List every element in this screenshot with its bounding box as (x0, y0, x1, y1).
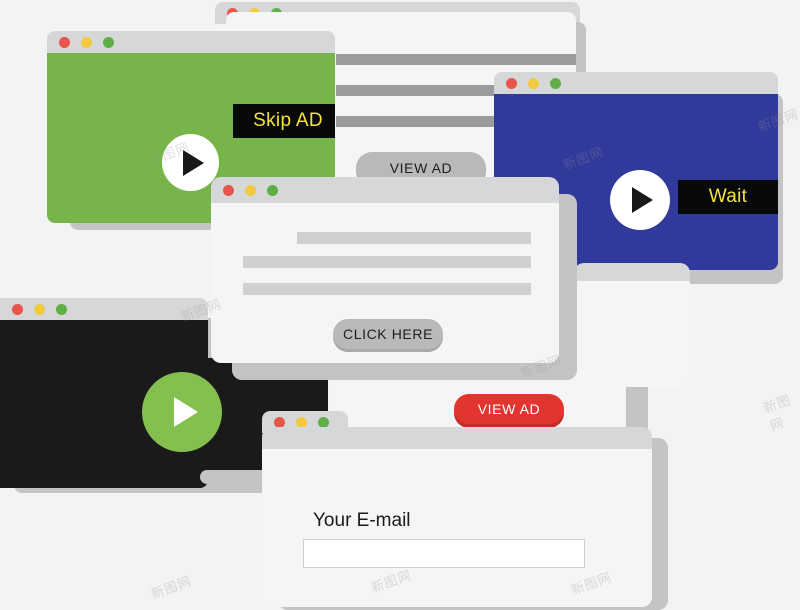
minimize-dot-icon[interactable] (81, 37, 92, 48)
click-here-popup-window[interactable]: CLICK HERE (211, 177, 559, 363)
play-icon[interactable] (142, 372, 222, 452)
maximize-dot-icon[interactable] (550, 78, 561, 89)
titlebar (494, 72, 778, 94)
window-controls (59, 37, 114, 48)
maximize-dot-icon[interactable] (56, 304, 67, 315)
watermark: 新图网 (761, 393, 794, 435)
skeleton-line (243, 283, 531, 295)
window-controls (223, 185, 278, 196)
email-field[interactable] (303, 539, 585, 568)
minimize-dot-icon[interactable] (528, 78, 539, 89)
view-ad-red-button[interactable]: VIEW AD (454, 394, 564, 424)
click-here-button-label: CLICK HERE (342, 326, 434, 342)
minimize-dot-icon[interactable] (245, 185, 256, 196)
wait-badge-label: Wait (708, 186, 748, 207)
skeleton-line (297, 232, 531, 244)
play-triangle-icon (182, 149, 204, 176)
screenshot-canvas: VIEW AD Skip AD Wait VIEW AD CLICK HERE … (0, 0, 800, 610)
play-triangle-icon (173, 397, 198, 427)
window-controls (506, 78, 561, 89)
click-here-button[interactable]: CLICK HERE (333, 319, 443, 349)
close-dot-icon[interactable] (59, 37, 70, 48)
email-signup-window[interactable]: Your E-mail (262, 427, 652, 607)
skip-ad-badge-label: Skip AD (253, 110, 323, 131)
close-dot-icon[interactable] (506, 78, 517, 89)
email-label: Your E-mail (313, 510, 411, 531)
view-ad-red-button-label: VIEW AD (477, 401, 541, 417)
play-icon[interactable] (610, 170, 670, 230)
watermark: 新图网 (149, 574, 194, 603)
minimize-dot-icon[interactable] (34, 304, 45, 315)
titlebar (574, 263, 690, 281)
skip-ad-badge[interactable]: Skip AD (233, 104, 335, 138)
view-ad-button-label: VIEW AD (389, 160, 453, 176)
maximize-dot-icon[interactable] (103, 37, 114, 48)
titlebar (262, 427, 652, 449)
wait-badge[interactable]: Wait (678, 180, 778, 214)
titlebar (47, 31, 335, 53)
window-content (574, 281, 690, 387)
play-triangle-icon (632, 187, 653, 213)
close-dot-icon[interactable] (223, 185, 234, 196)
right-detail-window[interactable] (574, 263, 690, 387)
close-dot-icon[interactable] (12, 304, 23, 315)
titlebar (0, 298, 208, 320)
maximize-dot-icon[interactable] (267, 185, 278, 196)
skeleton-line (336, 54, 576, 65)
titlebar (211, 177, 559, 203)
skeleton-line (243, 256, 531, 268)
window-controls (12, 304, 67, 315)
